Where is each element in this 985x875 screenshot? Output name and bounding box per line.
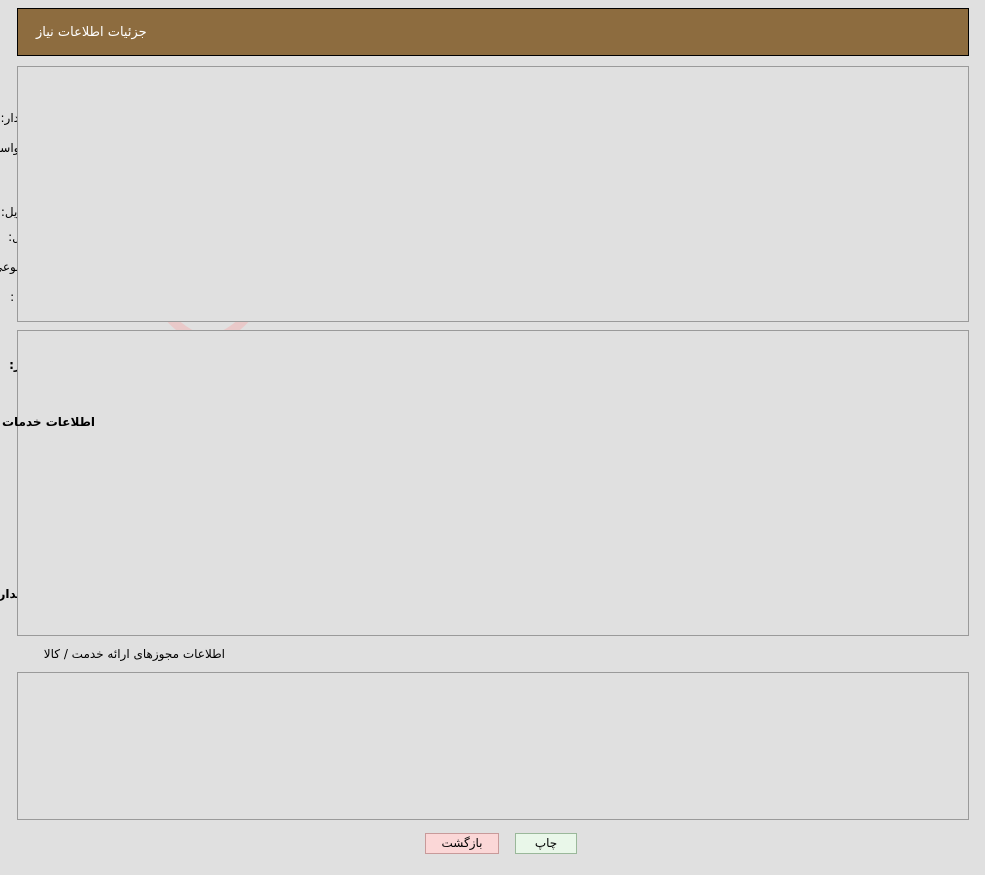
page-root: AriaTender.net جزئیات اطلاعات نیاز شماره… — [0, 0, 985, 875]
permits-caption: اطلاعات مجوزهای ارائه خدمت / کالا — [43, 647, 225, 661]
print-button[interactable]: چاپ — [515, 833, 577, 854]
back-button[interactable]: بازگشت — [425, 833, 499, 854]
permits-panel — [17, 672, 969, 820]
need-details-panel — [17, 330, 969, 636]
page-title-bar: جزئیات اطلاعات نیاز — [17, 8, 969, 56]
page-title: جزئیات اطلاعات نیاز — [36, 24, 147, 40]
need-summary-panel — [17, 66, 969, 322]
services-info-caption: اطلاعات خدمات مورد نیاز — [0, 415, 95, 429]
